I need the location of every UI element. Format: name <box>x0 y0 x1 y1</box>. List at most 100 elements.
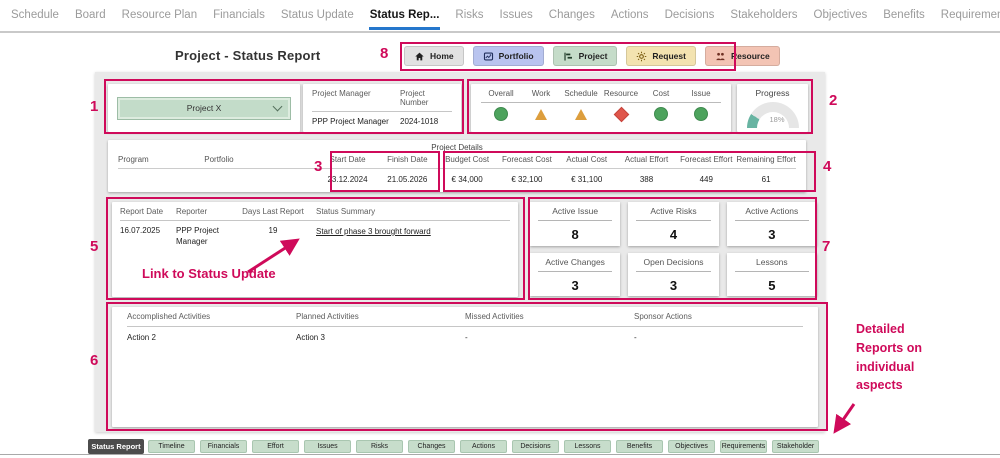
status-summary-header: Status Summary <box>308 207 510 221</box>
annotation-number-2: 2 <box>829 92 837 109</box>
project-gantt-icon <box>563 51 574 62</box>
bottom-tab[interactable]: Stakeholder <box>772 440 819 453</box>
kpi-card: Active Actions 3 <box>727 202 817 246</box>
project-details-column: Finish Date 21.05.2026 <box>377 152 437 185</box>
project-number-value: 2024-1018 <box>400 112 452 126</box>
status-shape-icon <box>613 106 629 122</box>
status-indicator: Overall <box>481 89 521 125</box>
project-number-label: Project Number <box>400 89 452 112</box>
bottom-tab[interactable]: Decisions <box>512 440 559 453</box>
bottom-tab[interactable]: Requirements <box>720 440 767 453</box>
status-shape-icon <box>654 107 668 121</box>
kpi-card: Open Decisions 3 <box>628 253 718 297</box>
bottom-tab[interactable]: Objectives <box>668 440 715 453</box>
kpi-card: Lessons 5 <box>727 253 817 297</box>
top-nav-tab[interactable]: Benefits <box>882 1 926 30</box>
status-report-page: { "colors": { "accent_pink": "#cf0a5a", … <box>0 0 1000 458</box>
top-nav-tab[interactable]: Status Rep... <box>369 1 441 30</box>
bottom-tab[interactable]: Actions <box>460 440 507 453</box>
status-shape-icon <box>535 109 547 120</box>
top-nav-tab[interactable]: Schedule <box>10 1 60 30</box>
bottom-tab[interactable]: Benefits <box>616 440 663 453</box>
kpi-grid: Active Issue 8 Active Risks 4 Active Act… <box>530 202 817 296</box>
portfolio-button[interactable]: Portfolio <box>473 46 544 66</box>
project-manager-label: Project Manager <box>312 89 400 112</box>
bottom-tab[interactable]: Changes <box>408 440 455 453</box>
activities-cell: - <box>465 327 634 342</box>
activities-column-header: Sponsor Actions <box>634 312 803 327</box>
detailed-reports-note: Detailed Reports on individual aspects <box>856 320 936 395</box>
project-manager-value: PPP Project Manager <box>312 112 400 126</box>
top-nav-tab[interactable]: Resource Plan <box>121 1 198 30</box>
annotation-arrow-detail <box>826 398 868 440</box>
progress-value: 18% <box>770 115 785 124</box>
resource-people-icon <box>715 51 726 62</box>
activities-column-header: Accomplished Activities <box>127 312 296 327</box>
top-nav-tab[interactable]: Board <box>74 1 107 30</box>
home-icon <box>414 51 425 62</box>
bottom-tab[interactable]: Lessons <box>564 440 611 453</box>
progress-card: Progress 18% <box>737 84 808 132</box>
status-shape-icon <box>494 107 508 121</box>
top-nav-tab[interactable]: Financials <box>212 1 266 30</box>
kpi-card: Active Changes 3 <box>530 253 620 297</box>
activities-column-header: Missed Activities <box>465 312 634 327</box>
bottom-tab[interactable]: Effort <box>252 440 299 453</box>
top-nav-tab[interactable]: Issues <box>499 1 534 30</box>
project-details-column: Portfolio <box>204 152 317 185</box>
top-nav-tab[interactable]: Decisions <box>664 1 716 30</box>
bottom-tab-bar: Timeline Financials Effort Issues Risks … <box>148 440 819 453</box>
activities-column-header: Planned Activities <box>296 312 465 327</box>
top-nav-tab[interactable]: Changes <box>548 1 596 30</box>
reporter-value: PPP Project Manager <box>176 221 238 248</box>
bottom-divider <box>0 454 1000 455</box>
tab-status-report-active[interactable]: Status Report <box>88 439 144 454</box>
kpi-card: Active Issue 8 <box>530 202 620 246</box>
project-details-column: Forecast Effort 449 <box>676 152 736 185</box>
bottom-tab[interactable]: Timeline <box>148 440 195 453</box>
days-last-report-value: 19 <box>238 221 308 248</box>
status-indicator: Schedule <box>561 89 601 125</box>
project-dropdown[interactable]: Project X <box>117 97 291 120</box>
activities-card: Accomplished Activities Planned Activiti… <box>112 307 818 427</box>
report-date-value: 16.07.2025 <box>120 221 176 248</box>
top-nav-bar: Schedule Board Resource Plan Financials … <box>0 0 1000 33</box>
project-dropdown-value: Project X <box>187 103 222 113</box>
chevron-down-icon <box>273 101 283 111</box>
top-nav-tab[interactable]: Stakeholders <box>729 1 798 30</box>
project-info-card: Project Manager Project Number PPP Proje… <box>303 84 461 132</box>
progress-label: Progress <box>737 84 808 98</box>
activities-cell: Action 3 <box>296 327 465 342</box>
status-shape-icon <box>694 107 708 121</box>
status-summary-link[interactable]: Start of phase 3 brought forward <box>316 222 431 236</box>
project-details-column: Program <box>118 152 204 185</box>
project-details-column: Actual Effort 388 <box>617 152 677 185</box>
top-nav-tab[interactable]: Actions <box>610 1 650 30</box>
report-date-header: Report Date <box>120 207 176 221</box>
project-details-column: Budget Cost € 34,000 <box>437 152 497 185</box>
activities-cell: - <box>634 327 803 342</box>
request-button[interactable]: Request <box>626 46 696 66</box>
top-nav-tab[interactable]: Risks <box>454 1 484 30</box>
top-nav-tab[interactable]: Objectives <box>813 1 869 30</box>
status-indicator: Issue <box>681 89 721 125</box>
project-button[interactable]: Project <box>553 46 618 66</box>
home-button[interactable]: Home <box>404 46 464 66</box>
progress-gauge: 18% <box>747 102 799 128</box>
kpi-card: Active Risks 4 <box>628 202 718 246</box>
bottom-tab[interactable]: Financials <box>200 440 247 453</box>
reporter-header: Reporter <box>176 207 238 221</box>
request-sun-icon <box>636 51 647 62</box>
days-last-report-header: Days Last Report <box>238 207 308 221</box>
project-details-title: Project Details <box>118 143 796 152</box>
resource-button[interactable]: Resource <box>705 46 780 66</box>
project-selector-card: Project X <box>108 84 300 132</box>
bottom-tab[interactable]: Risks <box>356 440 403 453</box>
status-shape-icon <box>575 109 587 120</box>
bottom-tab[interactable]: Issues <box>304 440 351 453</box>
top-nav-tab[interactable]: Status Update <box>280 1 355 30</box>
status-indicators-card: Overall Work Schedule Resource Cost <box>471 84 731 132</box>
project-details-column: Remaining Effort 61 <box>736 152 796 185</box>
top-nav-tab[interactable]: Requirements <box>940 1 1000 30</box>
page-title: Project - Status Report <box>175 48 320 63</box>
